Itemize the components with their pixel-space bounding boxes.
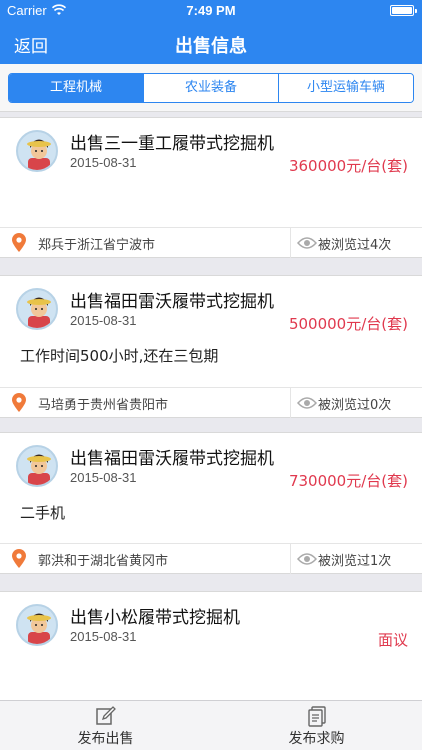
footer-divider [290,388,291,418]
avatar-icon [16,604,58,646]
listing-description: 二手机 [20,504,66,522]
navigation-bar: 返回 出售信息 [0,22,422,64]
listing-views: 被浏览过0次 [318,398,392,413]
eye-icon [297,237,317,249]
listing-location: 郑兵于浙江省宁波市 [38,238,156,253]
listing-date: 2015-08-31 [70,470,137,485]
listing-card[interactable]: 出售三一重工履带式挖掘机 2015-08-31 360000元/台(套) 郑兵于… [0,117,422,258]
listing-price: 360000元/台(套) [288,157,408,175]
listing-price: 面议 [377,631,408,649]
location-pin-icon [12,393,26,412]
listing-description: 工作时间500小时,还在三包期 [20,347,219,365]
location-pin-icon [12,233,26,252]
listing-date: 2015-08-31 [70,313,137,328]
eye-icon [297,397,317,409]
listing-price: 500000元/台(套) [288,315,408,333]
listing-views: 被浏览过1次 [318,554,392,569]
tab-construction-machinery[interactable]: 工程机械 [9,74,144,102]
category-segmented-control: 工程机械 农业装备 小型运输车辆 [8,73,414,103]
tab-small-transport-vehicles[interactable]: 小型运输车辆 [279,74,413,102]
listing-card[interactable]: 出售小松履带式挖掘机 2015-08-31 面议 [0,591,422,701]
listing-views: 被浏览过4次 [318,238,392,253]
document-icon [307,706,326,727]
listing-title: 出售小松履带式挖掘机 [70,608,240,628]
listing-price: 730000元/台(套) [288,472,408,490]
publish-sell-button[interactable]: 发布出售 [0,701,211,750]
listing-location: 郭洪和于湖北省黄冈市 [38,554,169,569]
listing-title: 出售三一重工履带式挖掘机 [70,134,274,154]
top-bar: Carrier 7:49 PM 返回 出售信息 [0,0,422,64]
listing-footer: 郭洪和于湖北省黄冈市 被浏览过1次 [0,543,422,574]
listing-date: 2015-08-31 [70,629,137,644]
bottom-tab-bar: 发布出售 发布求购 [0,700,422,750]
publish-buy-label: 发布求购 [288,731,345,747]
category-bar: 工程机械 农业装备 小型运输车辆 [0,64,422,112]
listing-location: 马培勇于贵州省贵阳市 [38,398,169,413]
page-title: 出售信息 [175,36,247,57]
publish-buy-button[interactable]: 发布求购 [211,701,422,750]
location-pin-icon [12,549,26,568]
footer-divider [290,228,291,258]
listing-card[interactable]: 出售福田雷沃履带式挖掘机 2015-08-31 730000元/台(套) 二手机… [0,432,422,574]
listing-date: 2015-08-31 [70,155,137,170]
publish-sell-label: 发布出售 [77,731,134,747]
avatar-icon [16,288,58,330]
listing-title: 出售福田雷沃履带式挖掘机 [70,292,274,312]
edit-icon [95,706,116,725]
status-bar: Carrier 7:49 PM [0,0,422,22]
avatar-icon [16,445,58,487]
listing-title: 出售福田雷沃履带式挖掘机 [70,449,274,469]
listing-footer: 马培勇于贵州省贵阳市 被浏览过0次 [0,387,422,418]
status-time: 7:49 PM [186,3,236,18]
avatar-icon [16,130,58,172]
eye-icon [297,553,317,565]
listing-card[interactable]: 出售福田雷沃履带式挖掘机 2015-08-31 500000元/台(套) 工作时… [0,275,422,418]
battery-icon [390,5,417,16]
tab-agricultural-equipment[interactable]: 农业装备 [144,74,279,102]
footer-divider [290,544,291,574]
listing-footer: 郑兵于浙江省宁波市 被浏览过4次 [0,227,422,258]
